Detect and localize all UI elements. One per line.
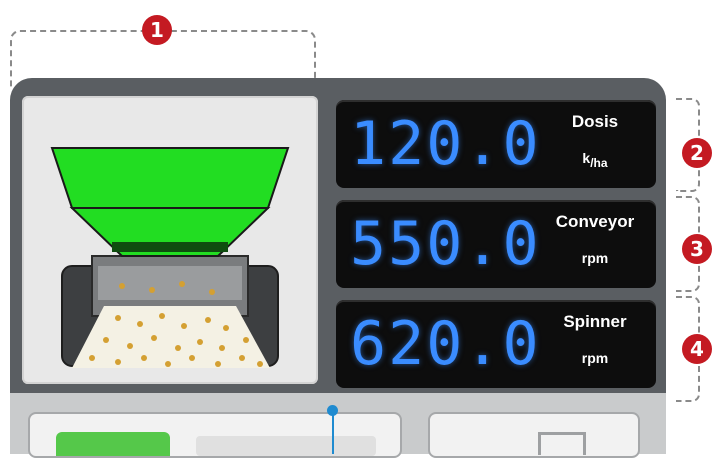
pointer-dot [327, 405, 338, 416]
dosis-unit: k/ha [546, 150, 644, 170]
lower-field [196, 436, 376, 456]
spinner-unit: rpm [581, 350, 609, 366]
conveyor-label: Conveyor [555, 212, 635, 231]
dosis-label: Dosis [571, 112, 619, 131]
lower-control-right[interactable] [428, 412, 640, 458]
spinner-label: Spinner [563, 312, 627, 331]
lower-right-icon [538, 432, 586, 455]
green-indicator [56, 432, 170, 456]
spreader-machine-icon [50, 147, 290, 368]
dosis-value: 120.0 [350, 109, 541, 179]
conveyor-value: 550.0 [350, 209, 541, 279]
spreader-image-box[interactable] [22, 96, 318, 384]
readout-spinner[interactable]: 620.0 Spinner rpm [336, 300, 656, 388]
callout-badge-1: 1 [142, 15, 172, 45]
readout-conveyor[interactable]: 550.0 Conveyor rpm [336, 200, 656, 288]
readout-dosis[interactable]: 120.0 Dosis k/ha [336, 100, 656, 188]
spinner-value: 620.0 [350, 309, 541, 379]
pointer-line [332, 410, 334, 454]
callout-badge-3: 3 [682, 234, 712, 264]
lower-control-left[interactable] [28, 412, 402, 458]
callout-badge-4: 4 [682, 334, 712, 364]
conveyor-unit: rpm [581, 250, 609, 266]
dosis-unit-sub: /ha [590, 155, 608, 170]
callout-badge-2: 2 [682, 138, 712, 168]
